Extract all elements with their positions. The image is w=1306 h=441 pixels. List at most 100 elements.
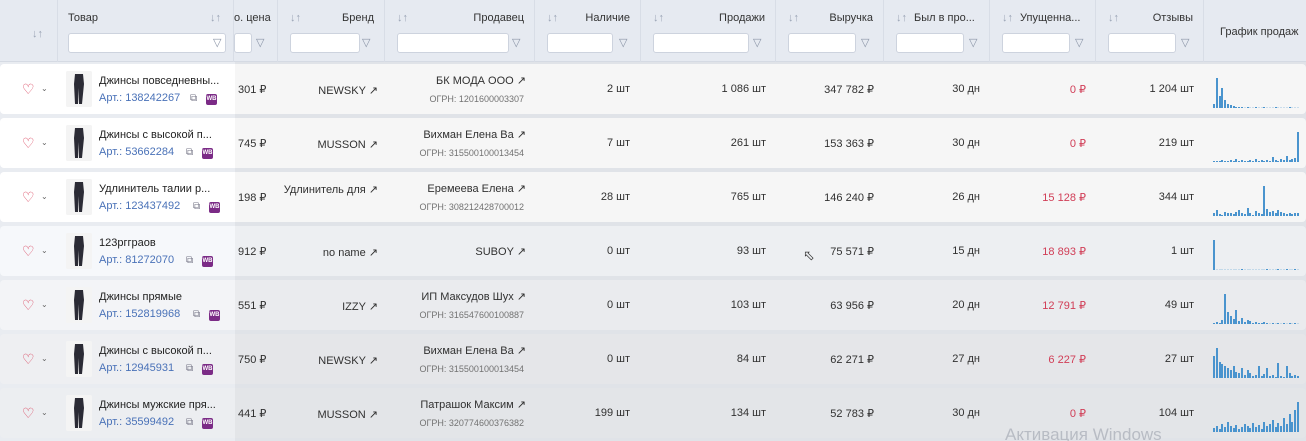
filter-input-price[interactable] bbox=[234, 33, 252, 53]
table-row[interactable]: ♡ ⌄ Джинсы с высокой п... Арт.: 53662284… bbox=[0, 118, 1306, 168]
favorite-heart-icon[interactable]: ♡ bbox=[22, 81, 35, 98]
filter-input-reviews[interactable] bbox=[1108, 33, 1176, 53]
product-article-link[interactable]: Арт.: 12945931 bbox=[99, 362, 174, 374]
copy-icon[interactable]: ⧉ bbox=[186, 363, 193, 374]
favorite-heart-icon[interactable]: ♡ bbox=[22, 189, 35, 206]
funnel-icon[interactable]: ▽ bbox=[619, 36, 627, 49]
table-row[interactable]: ♡ ⌄ Джинсы прямые Арт.: 152819968 ⧉ WB 5… bbox=[0, 280, 1306, 330]
seller-link[interactable]: Патрашок Максим ↗ bbox=[388, 398, 526, 411]
favorite-heart-icon[interactable]: ♡ bbox=[22, 243, 35, 260]
seller-link[interactable]: SUBOY ↗ bbox=[388, 245, 526, 258]
product-article-link[interactable]: Арт.: 81272070 bbox=[99, 254, 174, 266]
header-title-revenue[interactable]: Выручка bbox=[829, 12, 873, 24]
favorite-heart-icon[interactable]: ♡ bbox=[22, 297, 35, 314]
funnel-icon[interactable]: ▽ bbox=[969, 36, 977, 49]
sort-icon[interactable]: ↓↑ bbox=[788, 12, 799, 24]
seller-link[interactable]: Вихман Елена Ва ↗ bbox=[388, 344, 526, 357]
header-title-sales[interactable]: Продажи bbox=[719, 12, 765, 24]
product-thumbnail[interactable] bbox=[66, 395, 92, 431]
sort-icon[interactable]: ↓↑ bbox=[896, 12, 907, 24]
header-title-brand[interactable]: Бренд bbox=[342, 12, 374, 24]
copy-icon[interactable]: ⧉ bbox=[193, 201, 200, 212]
sort-icon[interactable]: ↓↑ bbox=[547, 12, 558, 24]
funnel-icon[interactable]: ▽ bbox=[1181, 36, 1189, 49]
wb-badge-icon[interactable]: WB bbox=[206, 94, 217, 105]
filter-input-lost[interactable] bbox=[1002, 33, 1070, 53]
product-name[interactable]: 123ргграов bbox=[99, 237, 156, 249]
funnel-icon[interactable]: ▽ bbox=[256, 36, 264, 49]
product-article-link[interactable]: Арт.: 123437492 bbox=[99, 200, 180, 212]
sales-mini-chart[interactable] bbox=[1213, 126, 1301, 162]
brand-link[interactable]: NEWSKY ↗ bbox=[280, 353, 378, 369]
sort-icon[interactable]: ↓↑ bbox=[653, 12, 664, 24]
filter-input-brand[interactable] bbox=[290, 33, 360, 53]
funnel-icon[interactable]: ▽ bbox=[861, 36, 869, 49]
header-title-stock[interactable]: Наличие bbox=[585, 12, 630, 24]
funnel-icon[interactable]: ▽ bbox=[362, 36, 370, 49]
product-article-link[interactable]: Арт.: 138242267 bbox=[99, 92, 180, 104]
chevron-down-icon[interactable]: ⌄ bbox=[41, 138, 48, 147]
product-thumbnail[interactable] bbox=[66, 233, 92, 269]
seller-link[interactable]: Вихман Елена Ва ↗ bbox=[388, 128, 526, 141]
product-thumbnail[interactable] bbox=[66, 341, 92, 377]
product-thumbnail[interactable] bbox=[66, 287, 92, 323]
header-title-was-in[interactable]: Был в про... bbox=[914, 12, 975, 24]
product-thumbnail[interactable] bbox=[66, 125, 92, 161]
sales-mini-chart[interactable] bbox=[1213, 180, 1301, 216]
seller-link[interactable]: Еремеева Елена ↗ bbox=[388, 182, 526, 195]
wb-badge-icon[interactable]: WB bbox=[202, 418, 213, 429]
filter-input-was-in[interactable] bbox=[896, 33, 964, 53]
filter-input-product[interactable] bbox=[68, 33, 226, 53]
seller-link[interactable]: БК МОДА ООО ↗ bbox=[388, 74, 526, 87]
seller-link[interactable]: ИП Максудов Шух ↗ bbox=[388, 290, 526, 303]
filter-input-revenue[interactable] bbox=[788, 33, 856, 53]
chevron-down-icon[interactable]: ⌄ bbox=[41, 300, 48, 309]
chevron-down-icon[interactable]: ⌄ bbox=[41, 354, 48, 363]
product-name[interactable]: Джинсы с высокой п... bbox=[99, 345, 212, 357]
copy-icon[interactable]: ⧉ bbox=[186, 417, 193, 428]
wb-badge-icon[interactable]: WB bbox=[209, 202, 220, 213]
brand-link[interactable]: NEWSKY ↗ bbox=[280, 83, 378, 99]
filter-input-stock[interactable] bbox=[547, 33, 613, 53]
brand-link[interactable]: no name ↗ bbox=[280, 245, 378, 261]
product-thumbnail[interactable] bbox=[66, 179, 92, 215]
sort-icon[interactable]: ↓↑ bbox=[32, 28, 43, 40]
copy-icon[interactable]: ⧉ bbox=[190, 93, 197, 104]
product-article-link[interactable]: Арт.: 152819968 bbox=[99, 308, 180, 320]
sales-mini-chart[interactable] bbox=[1213, 396, 1301, 432]
sales-mini-chart[interactable] bbox=[1213, 342, 1301, 378]
brand-link[interactable]: IZZY ↗ bbox=[280, 299, 378, 315]
filter-input-seller[interactable] bbox=[397, 33, 509, 53]
product-article-link[interactable]: Арт.: 53662284 bbox=[99, 146, 174, 158]
sales-mini-chart[interactable] bbox=[1213, 234, 1301, 270]
table-row[interactable]: ♡ ⌄ 123ргграов Арт.: 81272070 ⧉ WB 912 ₽… bbox=[0, 226, 1306, 276]
header-title-product[interactable]: Товар bbox=[68, 12, 98, 24]
copy-icon[interactable]: ⧉ bbox=[186, 255, 193, 266]
brand-link[interactable]: Удлинитель для ↗ bbox=[280, 182, 378, 198]
brand-link[interactable]: MUSSON ↗ bbox=[280, 137, 378, 153]
copy-icon[interactable]: ⧉ bbox=[186, 147, 193, 158]
sales-mini-chart[interactable] bbox=[1213, 288, 1301, 324]
funnel-icon[interactable]: ▽ bbox=[512, 36, 520, 49]
funnel-icon[interactable]: ▽ bbox=[213, 36, 221, 49]
sort-icon[interactable]: ↓↑ bbox=[210, 12, 221, 24]
wb-badge-icon[interactable]: WB bbox=[202, 256, 213, 267]
favorite-heart-icon[interactable]: ♡ bbox=[22, 351, 35, 368]
favorite-heart-icon[interactable]: ♡ bbox=[22, 135, 35, 152]
product-name[interactable]: Удлинитель талии р... bbox=[99, 183, 210, 195]
wb-badge-icon[interactable]: WB bbox=[209, 310, 220, 321]
chevron-down-icon[interactable]: ⌄ bbox=[41, 408, 48, 417]
funnel-icon[interactable]: ▽ bbox=[1075, 36, 1083, 49]
header-title-price[interactable]: о. цена bbox=[234, 12, 271, 24]
chevron-down-icon[interactable]: ⌄ bbox=[41, 84, 48, 93]
brand-link[interactable]: MUSSON ↗ bbox=[280, 407, 378, 423]
table-row[interactable]: ♡ ⌄ Джинсы повседневны... Арт.: 13824226… bbox=[0, 64, 1306, 114]
product-name[interactable]: Джинсы повседневны... bbox=[99, 75, 219, 87]
funnel-icon[interactable]: ▽ bbox=[753, 36, 761, 49]
table-row[interactable]: ♡ ⌄ Джинсы с высокой п... Арт.: 12945931… bbox=[0, 334, 1306, 384]
sort-icon[interactable]: ↓↑ bbox=[1002, 12, 1013, 24]
wb-badge-icon[interactable]: WB bbox=[202, 364, 213, 375]
chevron-down-icon[interactable]: ⌄ bbox=[41, 192, 48, 201]
copy-icon[interactable]: ⧉ bbox=[193, 309, 200, 320]
product-name[interactable]: Джинсы прямые bbox=[99, 291, 182, 303]
